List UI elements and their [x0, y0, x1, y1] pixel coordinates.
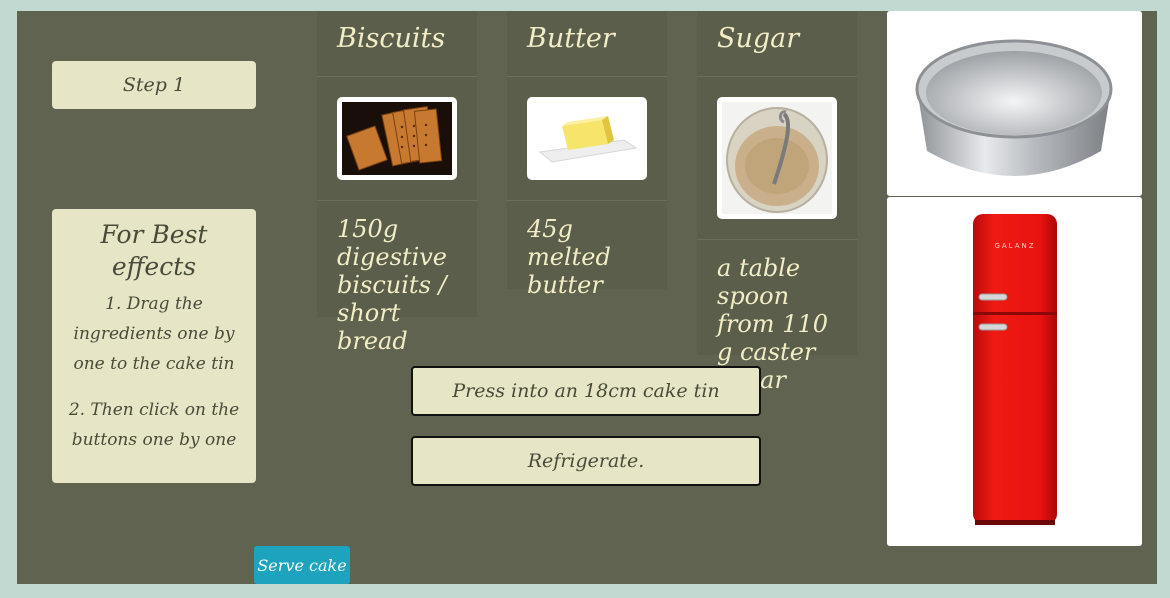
- fridge-brand-label: GALANZ: [994, 242, 1035, 250]
- ingredient-card-butter: Butter: [507, 11, 667, 77]
- ingredient-name: Sugar: [697, 11, 857, 77]
- press-into-tin-button[interactable]: Press into an 18cm cake tin: [411, 366, 761, 416]
- sugar-jar-icon: [722, 102, 832, 214]
- ingredient-card-sugar: Sugar: [697, 11, 857, 77]
- ingredient-description-box: a table spoon from 110 g caster sugar: [697, 239, 857, 394]
- biscuits-image[interactable]: [337, 97, 457, 180]
- instruction-drag: 1. Drag the ingredients one by one to th…: [73, 294, 235, 374]
- cake-tin-icon: [887, 11, 1142, 196]
- sugar-jar-image[interactable]: [717, 97, 837, 219]
- refrigerate-button[interactable]: Refrigerate.: [411, 436, 761, 486]
- step-button[interactable]: Step 1: [52, 61, 256, 109]
- serve-cake-button[interactable]: Serve cake: [254, 546, 350, 584]
- biscuits-icon: [342, 102, 452, 175]
- red-fridge-icon: GALANZ: [887, 197, 1142, 546]
- ingredient-description-box: 45g melted butter: [507, 200, 667, 299]
- ingredient-name: Butter: [507, 11, 667, 77]
- fridge-panel[interactable]: GALANZ: [887, 197, 1142, 546]
- ingredient-description: 150g digestive biscuits / short bread: [317, 200, 477, 369]
- butter-icon: [532, 102, 642, 175]
- instructions-title: For Best effects: [100, 220, 208, 281]
- ingredient-description-box: 150g digestive biscuits / short bread: [317, 200, 477, 355]
- cake-tin-panel[interactable]: [887, 11, 1142, 196]
- ingredient-name: Biscuits: [317, 11, 477, 77]
- ingredient-card-biscuits: Biscuits: [317, 11, 477, 77]
- ingredient-description: 45g melted butter: [507, 200, 667, 313]
- instructions-panel: For Best effects 1. Drag the ingredients…: [52, 209, 256, 483]
- instruction-click: 2. Then click on the buttons one by one: [68, 400, 240, 450]
- butter-image[interactable]: [527, 97, 647, 180]
